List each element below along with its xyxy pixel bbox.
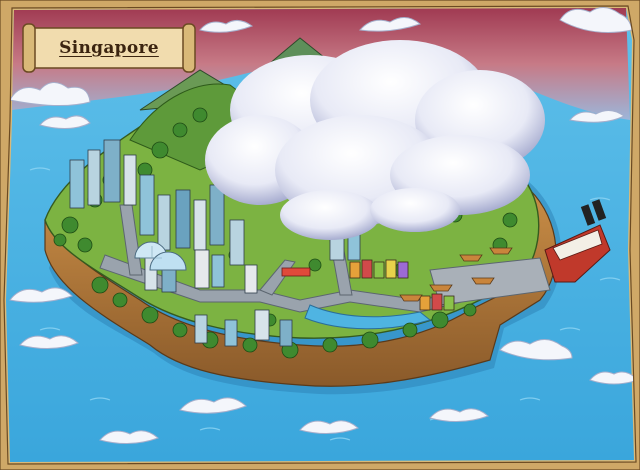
train <box>281 267 311 277</box>
world-map-frame: Singapore <box>0 0 640 470</box>
map-title-scroll[interactable]: Singapore <box>20 20 198 76</box>
map-region-name: Singapore <box>59 38 159 58</box>
